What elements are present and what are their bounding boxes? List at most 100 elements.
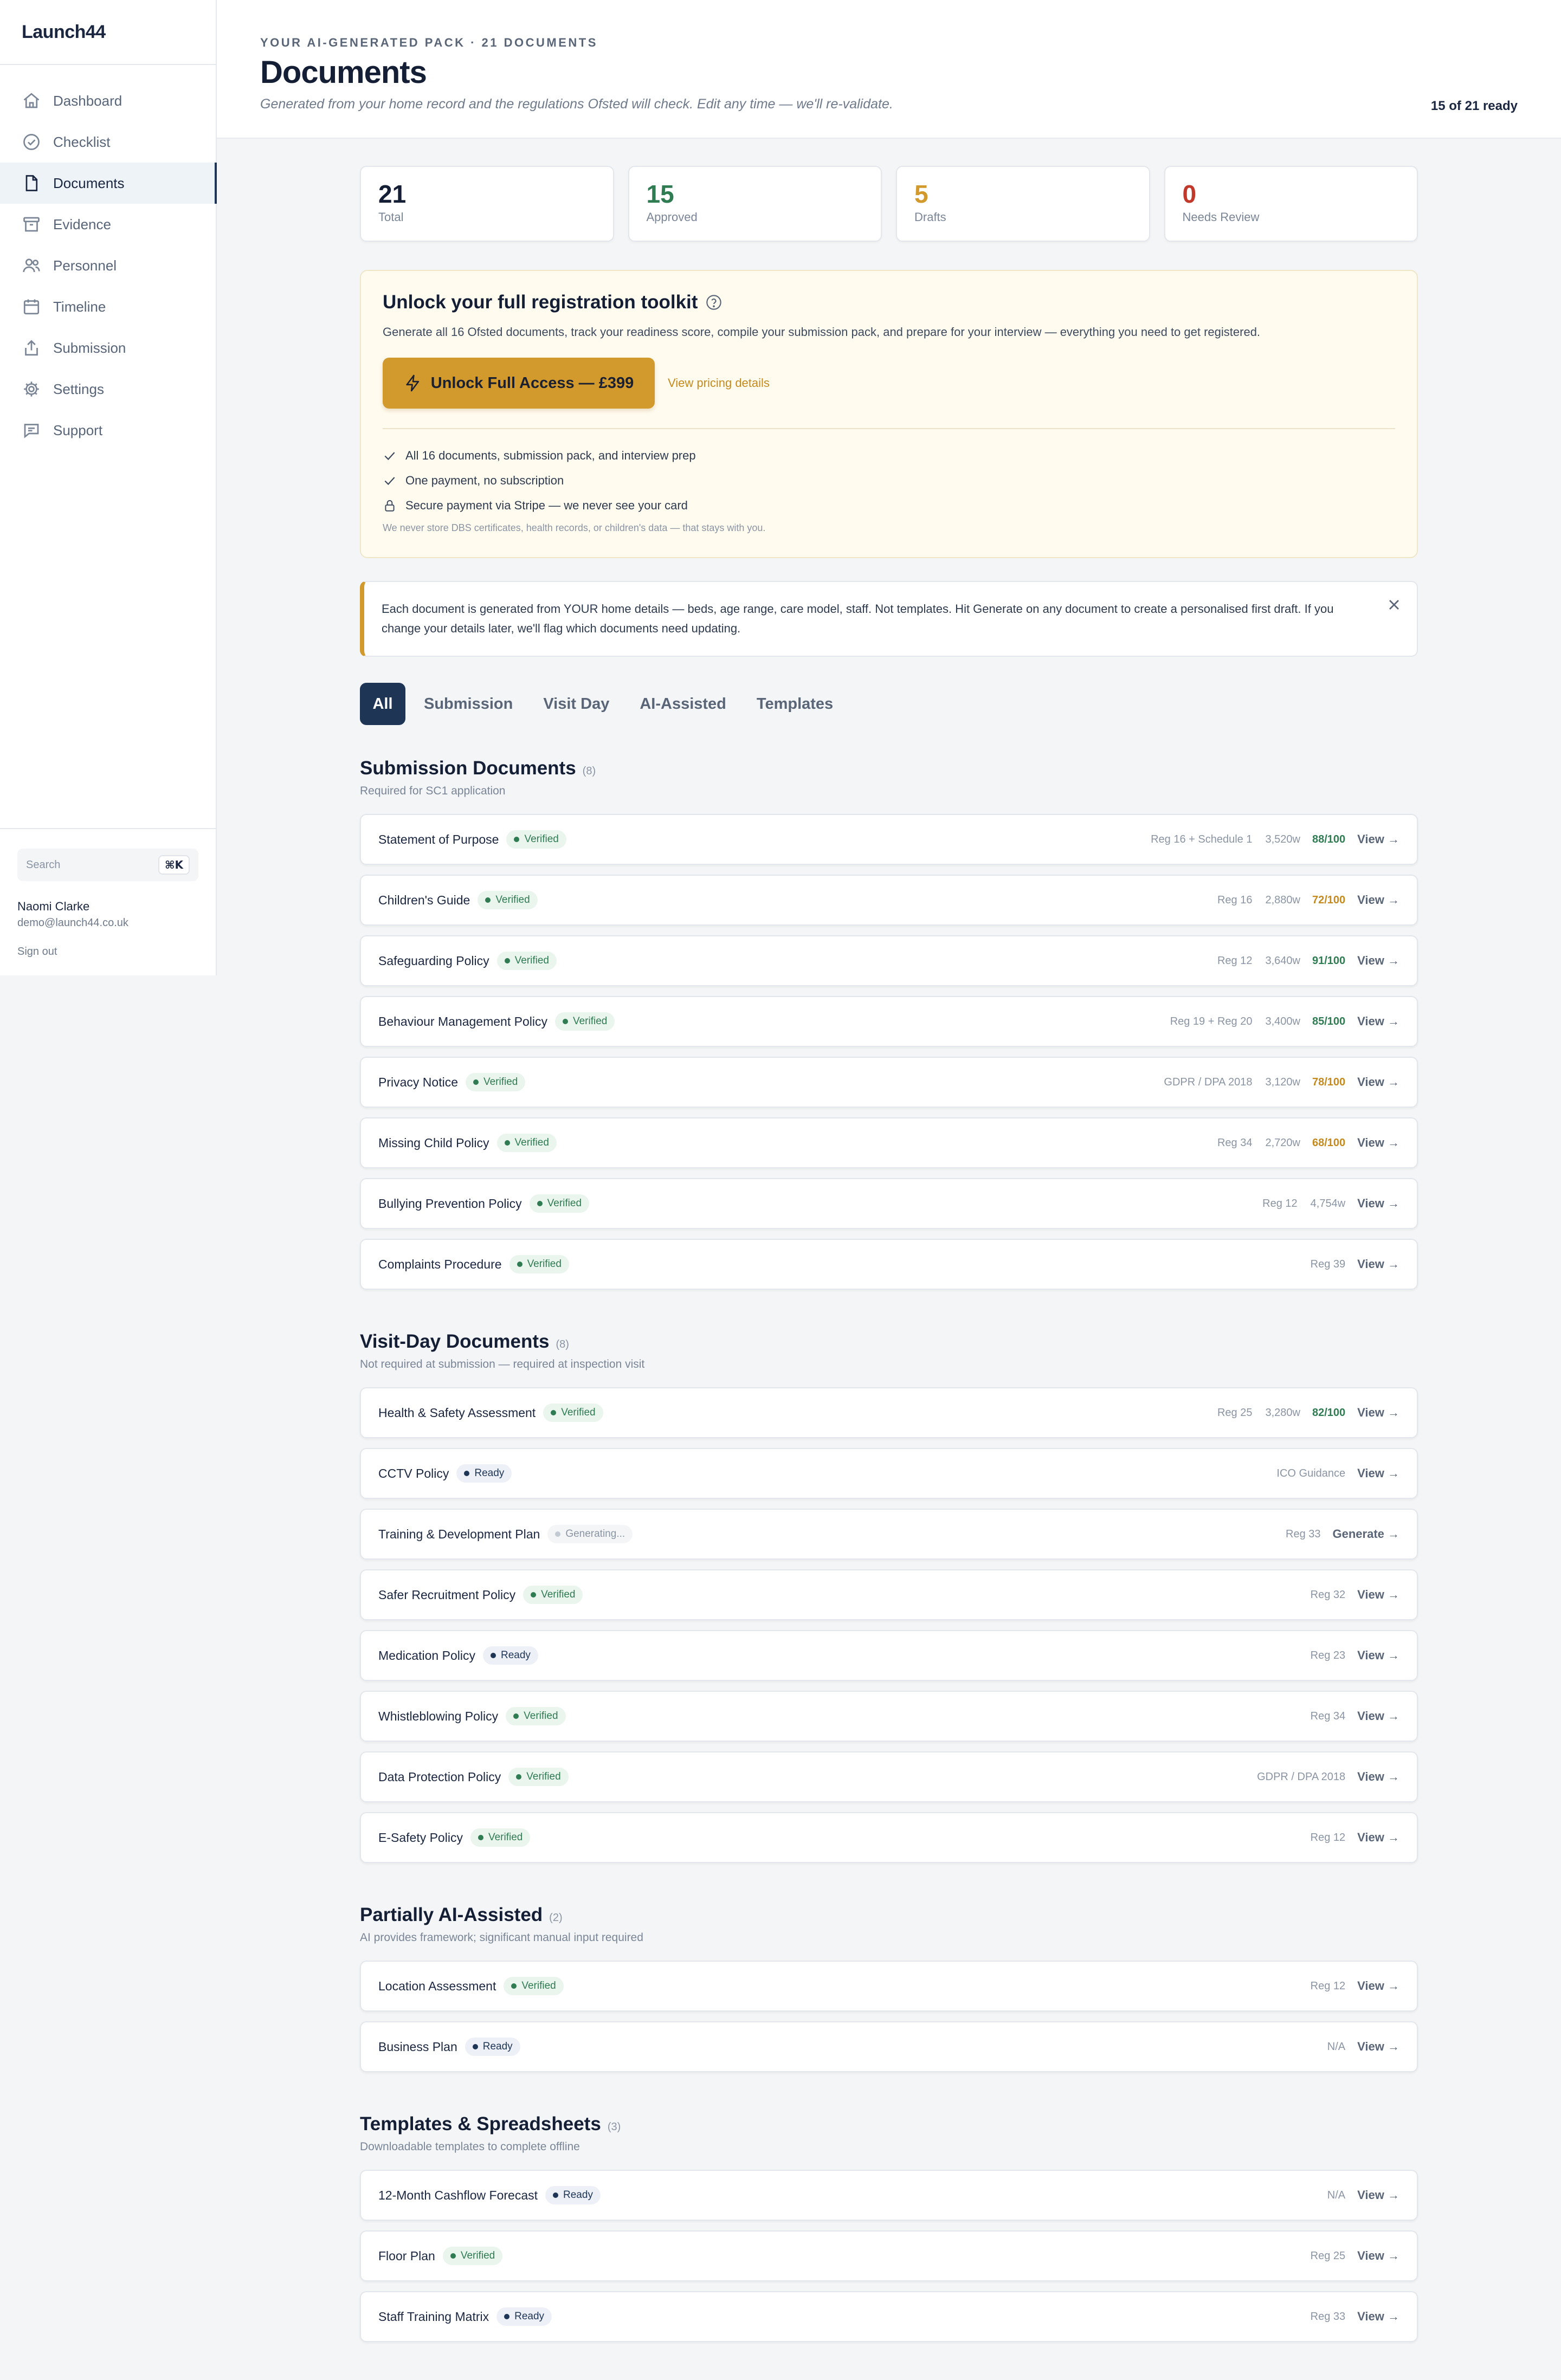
- unlock-full-access-button[interactable]: Unlock Full Access — £399: [383, 358, 655, 409]
- view-button[interactable]: View →: [1357, 2249, 1399, 2263]
- status-badge: Ready: [465, 2038, 520, 2056]
- document-name: Data Protection Policy: [378, 1769, 501, 1784]
- document-name: Complaints Procedure: [378, 1257, 502, 1271]
- document-row[interactable]: Data Protection Policy Verified GDPR / DPA…: [360, 1751, 1418, 1802]
- sidebar-item-label: Timeline: [53, 298, 106, 315]
- status-badge: Ready: [496, 2307, 552, 2326]
- search-input[interactable]: Search ⌘K: [17, 849, 198, 881]
- sidebar-item-support[interactable]: Support: [0, 410, 216, 451]
- sidebar-item-personnel[interactable]: Personnel: [0, 245, 216, 286]
- view-button[interactable]: View →: [1357, 1979, 1399, 1993]
- view-button[interactable]: View →: [1357, 1014, 1399, 1029]
- view-pricing-link[interactable]: View pricing details: [668, 376, 770, 390]
- sidebar-item-timeline[interactable]: Timeline: [0, 286, 216, 327]
- tab-ai-assisted[interactable]: AI-Assisted: [640, 695, 726, 713]
- quality-score: 88/100: [1312, 833, 1346, 845]
- view-button[interactable]: View →: [1357, 1648, 1399, 1663]
- tab-templates[interactable]: Templates: [757, 695, 833, 713]
- tab-submission[interactable]: Submission: [424, 695, 513, 713]
- document-row[interactable]: Location Assessment Verified Reg 12 View →: [360, 1961, 1418, 2012]
- tab-visit-day[interactable]: Visit Day: [543, 695, 609, 713]
- document-row[interactable]: Medication Policy Ready Reg 23 View →: [360, 1630, 1418, 1681]
- stat-value: 0: [1182, 180, 1197, 208]
- document-row[interactable]: Whistleblowing Policy Verified Reg 34 View …: [360, 1691, 1418, 1742]
- document-name: Location Assessment: [378, 1978, 496, 1993]
- view-button[interactable]: View →: [1357, 1466, 1399, 1480]
- document-row[interactable]: Safeguarding Policy Verified Reg 12 3,640w 9…: [360, 935, 1418, 986]
- status-badge: Verified: [470, 1828, 531, 1847]
- document-row[interactable]: Behaviour Management Policy Verified Reg 1…: [360, 996, 1418, 1047]
- document-row[interactable]: Health & Safety Assessment Verified Reg 25…: [360, 1387, 1418, 1438]
- status-badge: Verified: [508, 1768, 569, 1786]
- view-button[interactable]: View →: [1357, 832, 1399, 846]
- view-button[interactable]: View →: [1357, 1588, 1399, 1602]
- document-row[interactable]: Training & Development Plan Generating...…: [360, 1509, 1418, 1560]
- sidebar-item-label: Checklist: [53, 133, 111, 150]
- view-button[interactable]: View →: [1357, 1197, 1399, 1211]
- sidebar-item-label: Submission: [53, 339, 126, 356]
- sidebar-item-settings[interactable]: Settings: [0, 368, 216, 410]
- document-row[interactable]: 12-Month Cashflow Forecast Ready N/A View →: [360, 2170, 1418, 2221]
- document-row[interactable]: Privacy Notice Verified GDPR / DPA 2018 3,1…: [360, 1057, 1418, 1108]
- view-button[interactable]: View →: [1357, 1406, 1399, 1420]
- word-count: 3,640w: [1265, 954, 1300, 967]
- document-row[interactable]: Safer Recruitment Policy Verified Reg 32 Vi…: [360, 1569, 1418, 1620]
- document-row[interactable]: Missing Child Policy Verified Reg 34 2,720w…: [360, 1117, 1418, 1168]
- sidebar-item-checklist[interactable]: Checklist: [0, 121, 216, 163]
- document-section: Templates & Spreadsheets (3) Downloadable …: [360, 2113, 1418, 2342]
- page-header: YOUR AI-GENERATED PACK · 21 DOCUMENTS Do…: [217, 0, 1561, 139]
- view-button[interactable]: View →: [1357, 1136, 1399, 1150]
- document-row[interactable]: Business Plan Ready N/A View →: [360, 2021, 1418, 2072]
- status-badge: Verified: [523, 1586, 583, 1604]
- status-badge: Verified: [509, 1255, 569, 1273]
- word-count: 2,880w: [1265, 894, 1300, 906]
- section-subtitle: AI provides framework; significant manua…: [360, 1931, 643, 1944]
- sidebar-item-documents[interactable]: Documents: [0, 163, 217, 204]
- document-row[interactable]: E-Safety Policy Verified Reg 12 View →: [360, 1812, 1418, 1863]
- document-row[interactable]: Complaints Procedure Verified Reg 39 View →: [360, 1239, 1418, 1290]
- view-button[interactable]: View →: [1357, 1075, 1399, 1089]
- document-name: 12-Month Cashflow Forecast: [378, 2188, 538, 2202]
- document-list: Location Assessment Verified Reg 12 View → B…: [360, 1961, 1418, 2072]
- status-badge: Verified: [496, 1134, 557, 1152]
- view-button[interactable]: View →: [1357, 2310, 1399, 2324]
- sidebar-item-submission[interactable]: Submission: [0, 327, 216, 368]
- regulation-ref: Reg 34: [1217, 1136, 1253, 1149]
- document-name: Behaviour Management Policy: [378, 1014, 547, 1029]
- sidebar-item-dashboard[interactable]: Dashboard: [0, 80, 216, 121]
- sign-out-link[interactable]: Sign out: [17, 946, 198, 958]
- document-name: Safer Recruitment Policy: [378, 1587, 516, 1602]
- view-button[interactable]: View →: [1357, 2040, 1399, 2054]
- document-row[interactable]: Staff Training Matrix Ready Reg 33 View →: [360, 2291, 1418, 2342]
- section-subtitle: Required for SC1 application: [360, 785, 506, 797]
- document-row[interactable]: CCTV Policy Ready ICO Guidance View →: [360, 1448, 1418, 1499]
- view-button[interactable]: View →: [1357, 954, 1399, 968]
- document-row[interactable]: Floor Plan Verified Reg 25 View →: [360, 2230, 1418, 2281]
- benefit-text: Secure payment via Stripe — we never see…: [405, 499, 688, 512]
- document-name: Bullying Prevention Policy: [378, 1196, 522, 1211]
- quality-score: 72/100: [1312, 894, 1346, 906]
- unlock-title-row: Unlock your full registration toolkit: [383, 292, 1395, 313]
- generate-button[interactable]: Generate →: [1333, 1527, 1400, 1541]
- document-row[interactable]: Bullying Prevention Policy Verified Reg 12…: [360, 1178, 1418, 1229]
- view-button[interactable]: View →: [1357, 1257, 1399, 1271]
- help-circle-icon[interactable]: [705, 294, 723, 311]
- status-badge: Ready: [545, 2186, 601, 2204]
- close-icon[interactable]: [1385, 596, 1403, 613]
- user-name: Naomi Clarke: [17, 900, 90, 913]
- document-row[interactable]: Children's Guide Verified Reg 16 2,880w 72/1…: [360, 875, 1418, 926]
- view-button[interactable]: View →: [1357, 1709, 1399, 1723]
- upload-icon: [22, 338, 41, 358]
- view-button[interactable]: View →: [1357, 2188, 1399, 2202]
- section-title-row: Partially AI-Assisted (2): [360, 1904, 1418, 1926]
- quality-score: 68/100: [1312, 1136, 1346, 1149]
- app-logo[interactable]: Launch44: [0, 0, 216, 65]
- sidebar-item-evidence[interactable]: Evidence: [0, 204, 216, 245]
- document-row[interactable]: Statement of Purpose Verified Reg 16 + Sch…: [360, 814, 1418, 865]
- view-button[interactable]: View →: [1357, 1770, 1399, 1784]
- view-button[interactable]: View →: [1357, 1831, 1399, 1845]
- sidebar-item-label: Support: [53, 422, 103, 438]
- status-badge: Verified: [496, 952, 557, 970]
- view-button[interactable]: View →: [1357, 893, 1399, 907]
- tab-all[interactable]: All: [360, 683, 405, 725]
